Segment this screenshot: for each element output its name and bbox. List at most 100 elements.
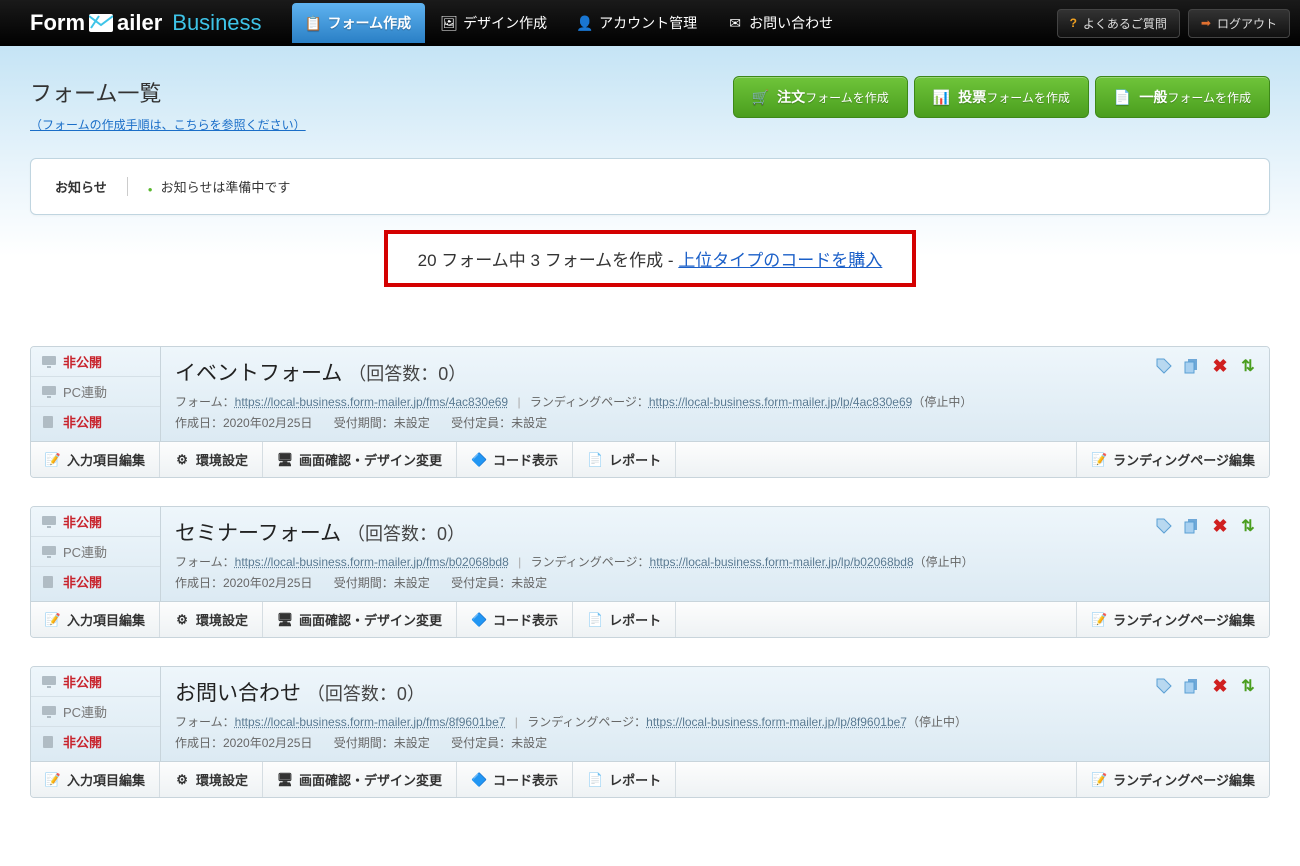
form-meta: 作成日：2020年02月25日 受付期間：未設定 受付定員：未設定 — [175, 734, 1255, 751]
tag-icon[interactable] — [1155, 357, 1173, 375]
notice-body: ●お知らせは準備中です — [148, 177, 291, 196]
action-design[interactable]: 🖥画面確認・デザイン変更 — [263, 602, 457, 637]
code-icon: 🔷 — [471, 452, 487, 468]
nav-tab-3[interactable]: ✉お問い合わせ — [713, 3, 847, 43]
lp-url-link[interactable]: https://local-business.form-mailer.jp/lp… — [649, 395, 912, 409]
form-url-link[interactable]: https://local-business.form-mailer.jp/fm… — [235, 395, 508, 409]
monitor-icon — [41, 355, 57, 369]
status-lp-visibility[interactable]: 非公開 — [31, 407, 160, 436]
bullet-icon: ● — [148, 185, 153, 194]
lp-url-link[interactable]: https://local-business.form-mailer.jp/lp… — [650, 555, 914, 569]
form-title: お問い合わせ （回答数：0） — [175, 677, 1255, 707]
report-icon: 📄 — [587, 452, 603, 468]
action-edit-items[interactable]: 📝入力項目編集 — [31, 442, 160, 477]
action-design[interactable]: 🖥画面確認・デザイン変更 — [263, 442, 457, 477]
faq-button[interactable]: ? よくあるご質問 — [1057, 9, 1180, 38]
preview-icon: 🖥 — [277, 772, 293, 788]
page-title: フォーム一覧 — [30, 76, 306, 108]
create-button-0[interactable]: 🛒注文フォームを作成 — [733, 76, 908, 118]
tab-icon: ✉ — [727, 15, 743, 31]
copy-icon[interactable] — [1183, 677, 1201, 695]
quota-callout: 20 フォーム中 3 フォームを作成 - 上位タイプのコードを購入 — [384, 230, 917, 287]
action-code[interactable]: 🔷コード表示 — [457, 762, 573, 797]
gear-icon: ⚙ — [174, 772, 190, 788]
nav-tab-0[interactable]: 📋フォーム作成 — [292, 3, 426, 43]
monitor-icon — [41, 705, 57, 719]
notice-box: お知らせ ●お知らせは準備中です — [30, 158, 1270, 215]
mail-icon — [89, 14, 113, 32]
report-icon: 📄 — [587, 772, 603, 788]
tag-icon[interactable] — [1155, 677, 1173, 695]
nav-tab-2[interactable]: 👤アカウント管理 — [563, 3, 711, 43]
move-icon[interactable]: ⇅ — [1239, 357, 1257, 375]
action-edit-items[interactable]: 📝入力項目編集 — [31, 762, 160, 797]
logout-button[interactable]: ➡ ログアウト — [1188, 9, 1290, 38]
delete-icon[interactable]: ✖ — [1211, 517, 1229, 535]
action-code[interactable]: 🔷コード表示 — [457, 602, 573, 637]
form-meta: 作成日：2020年02月25日 受付期間：未設定 受付定員：未設定 — [175, 414, 1255, 431]
action-env[interactable]: ⚙環境設定 — [160, 602, 263, 637]
move-icon[interactable]: ⇅ — [1239, 677, 1257, 695]
create-button-2[interactable]: 📄一般フォームを作成 — [1095, 76, 1270, 118]
status-visibility[interactable]: 非公開 — [31, 347, 160, 377]
form-card: 非公開 PC連動 非公開 イベントフォーム （回答数：0） フォーム：https… — [30, 346, 1270, 478]
status-visibility[interactable]: 非公開 — [31, 507, 160, 537]
action-lp-edit[interactable]: 📝ランディングページ編集 — [1076, 762, 1269, 797]
form-card: 非公開 PC連動 非公開 セミナーフォーム （回答数：0） フォーム：https… — [30, 506, 1270, 638]
preview-icon: 🖥 — [277, 452, 293, 468]
create-icon: 🛒 — [752, 89, 769, 106]
form-urls: フォーム：https://local-business.form-mailer.… — [175, 713, 1255, 730]
action-report[interactable]: 📄レポート — [573, 762, 676, 797]
create-buttons: 🛒注文フォームを作成📊投票フォームを作成📄一般フォームを作成 — [733, 76, 1270, 118]
status-pc-link[interactable]: PC連動 — [31, 377, 160, 407]
action-env[interactable]: ⚙環境設定 — [160, 442, 263, 477]
create-icon: 📄 — [1114, 89, 1131, 106]
action-edit-items[interactable]: 📝入力項目編集 — [31, 602, 160, 637]
gear-icon: ⚙ — [174, 452, 190, 468]
help-icon: ? — [1070, 16, 1077, 30]
monitor-icon — [41, 385, 57, 399]
tab-icon: 👤 — [577, 15, 593, 31]
doc-icon — [41, 735, 57, 749]
action-code[interactable]: 🔷コード表示 — [457, 442, 573, 477]
form-url-link[interactable]: https://local-business.form-mailer.jp/fm… — [235, 715, 506, 729]
form-meta: 作成日：2020年02月25日 受付期間：未設定 受付定員：未設定 — [175, 574, 1255, 591]
help-link[interactable]: （フォームの作成手順は、こちらを参照ください） — [30, 118, 306, 132]
topbar: Form ailer Business 📋フォーム作成🖼デザイン作成👤アカウント… — [0, 0, 1300, 46]
logout-label: ログアウト — [1217, 15, 1277, 32]
action-lp-edit[interactable]: 📝ランディングページ編集 — [1076, 602, 1269, 637]
form-url-link[interactable]: https://local-business.form-mailer.jp/fm… — [235, 555, 509, 569]
create-button-1[interactable]: 📊投票フォームを作成 — [914, 76, 1089, 118]
action-bar: 📝入力項目編集 ⚙環境設定 🖥画面確認・デザイン変更 🔷コード表示 📄レポート … — [31, 442, 1269, 477]
forms-list: 非公開 PC連動 非公開 イベントフォーム （回答数：0） フォーム：https… — [0, 346, 1300, 866]
move-icon[interactable]: ⇅ — [1239, 517, 1257, 535]
logo[interactable]: Form ailer Business — [30, 10, 262, 36]
action-env[interactable]: ⚙環境設定 — [160, 762, 263, 797]
action-report[interactable]: 📄レポート — [573, 602, 676, 637]
quota-link[interactable]: 上位タイプのコードを購入 — [678, 251, 882, 270]
delete-icon[interactable]: ✖ — [1211, 677, 1229, 695]
tab-icon: 🖼 — [441, 15, 457, 31]
nav-tab-1[interactable]: 🖼デザイン作成 — [427, 3, 561, 43]
tag-icon[interactable] — [1155, 517, 1173, 535]
status-visibility[interactable]: 非公開 — [31, 667, 160, 697]
delete-icon[interactable]: ✖ — [1211, 357, 1229, 375]
preview-icon: 🖥 — [277, 612, 293, 628]
tab-icon: 📋 — [306, 15, 322, 31]
monitor-icon — [41, 545, 57, 559]
lp-url-link[interactable]: https://local-business.form-mailer.jp/lp… — [646, 715, 907, 729]
copy-icon[interactable] — [1183, 517, 1201, 535]
monitor-icon — [41, 675, 57, 689]
action-bar: 📝入力項目編集 ⚙環境設定 🖥画面確認・デザイン変更 🔷コード表示 📄レポート … — [31, 602, 1269, 637]
status-lp-visibility[interactable]: 非公開 — [31, 567, 160, 596]
status-column: 非公開 PC連動 非公開 — [31, 507, 161, 601]
edit-icon: 📝 — [45, 772, 61, 788]
action-report[interactable]: 📄レポート — [573, 442, 676, 477]
action-lp-edit[interactable]: 📝ランディングページ編集 — [1076, 442, 1269, 477]
status-pc-link[interactable]: PC連動 — [31, 697, 160, 727]
status-pc-link[interactable]: PC連動 — [31, 537, 160, 567]
status-lp-visibility[interactable]: 非公開 — [31, 727, 160, 756]
lp-edit-icon: 📝 — [1091, 452, 1107, 468]
action-design[interactable]: 🖥画面確認・デザイン変更 — [263, 762, 457, 797]
copy-icon[interactable] — [1183, 357, 1201, 375]
